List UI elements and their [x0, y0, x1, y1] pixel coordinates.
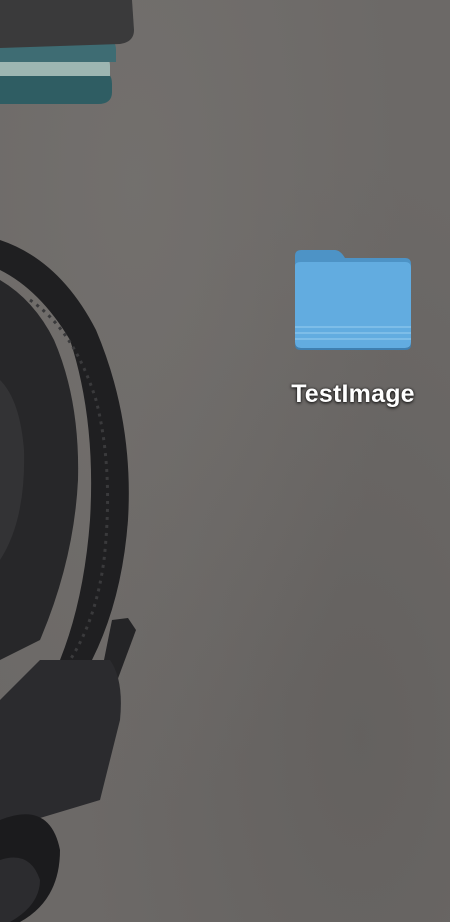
wallpaper-artwork [0, 0, 136, 922]
folder-icon [295, 250, 411, 350]
desktop-wallpaper [0, 0, 450, 922]
desktop-folder-testimage[interactable]: TestImage [270, 240, 436, 420]
headphones [0, 240, 136, 922]
notebook-stack [0, 0, 134, 104]
folder-label[interactable]: TestImage [291, 380, 415, 409]
